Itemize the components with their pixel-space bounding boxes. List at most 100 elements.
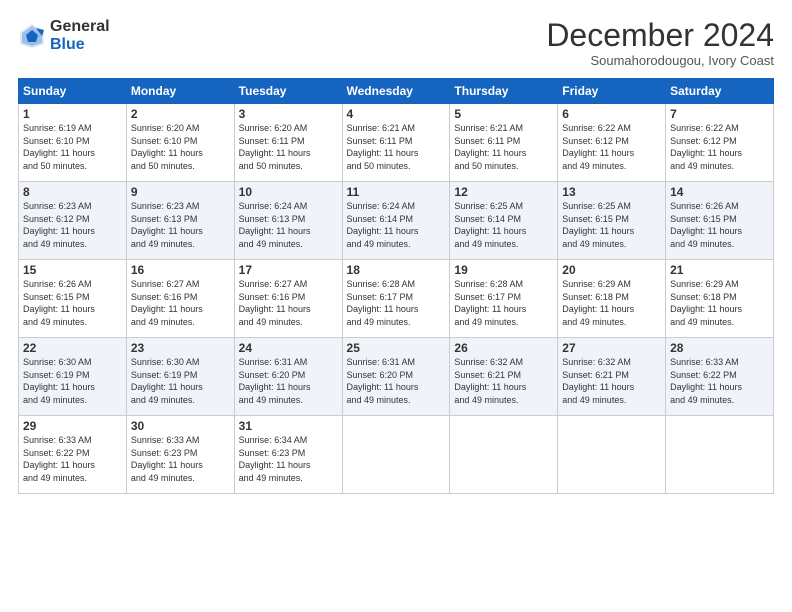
day-info: Sunrise: 6:21 AMSunset: 6:11 PMDaylight:… <box>347 122 446 172</box>
day-number: 15 <box>23 263 122 277</box>
calendar-header-row: Sunday Monday Tuesday Wednesday Thursday… <box>19 79 774 104</box>
table-cell: 8Sunrise: 6:23 AMSunset: 6:12 PMDaylight… <box>19 182 127 260</box>
day-info: Sunrise: 6:26 AMSunset: 6:15 PMDaylight:… <box>23 278 122 328</box>
table-cell: 3Sunrise: 6:20 AMSunset: 6:11 PMDaylight… <box>234 104 342 182</box>
table-cell <box>666 416 774 494</box>
table-cell: 15Sunrise: 6:26 AMSunset: 6:15 PMDayligh… <box>19 260 127 338</box>
day-number: 27 <box>562 341 661 355</box>
calendar-week-row: 1Sunrise: 6:19 AMSunset: 6:10 PMDaylight… <box>19 104 774 182</box>
table-cell: 27Sunrise: 6:32 AMSunset: 6:21 PMDayligh… <box>558 338 666 416</box>
table-cell: 12Sunrise: 6:25 AMSunset: 6:14 PMDayligh… <box>450 182 558 260</box>
table-cell: 28Sunrise: 6:33 AMSunset: 6:22 PMDayligh… <box>666 338 774 416</box>
day-number: 10 <box>239 185 338 199</box>
day-info: Sunrise: 6:24 AMSunset: 6:14 PMDaylight:… <box>347 200 446 250</box>
month-title: December 2024 <box>546 18 774 53</box>
day-info: Sunrise: 6:33 AMSunset: 6:22 PMDaylight:… <box>23 434 122 484</box>
day-info: Sunrise: 6:27 AMSunset: 6:16 PMDaylight:… <box>131 278 230 328</box>
day-number: 18 <box>347 263 446 277</box>
day-info: Sunrise: 6:31 AMSunset: 6:20 PMDaylight:… <box>347 356 446 406</box>
table-cell: 29Sunrise: 6:33 AMSunset: 6:22 PMDayligh… <box>19 416 127 494</box>
day-number: 30 <box>131 419 230 433</box>
calendar-week-row: 15Sunrise: 6:26 AMSunset: 6:15 PMDayligh… <box>19 260 774 338</box>
table-cell: 10Sunrise: 6:24 AMSunset: 6:13 PMDayligh… <box>234 182 342 260</box>
col-monday: Monday <box>126 79 234 104</box>
table-cell: 18Sunrise: 6:28 AMSunset: 6:17 PMDayligh… <box>342 260 450 338</box>
day-number: 23 <box>131 341 230 355</box>
day-info: Sunrise: 6:20 AMSunset: 6:11 PMDaylight:… <box>239 122 338 172</box>
table-cell: 9Sunrise: 6:23 AMSunset: 6:13 PMDaylight… <box>126 182 234 260</box>
day-info: Sunrise: 6:28 AMSunset: 6:17 PMDaylight:… <box>347 278 446 328</box>
logo-general: General <box>50 18 110 36</box>
day-number: 2 <box>131 107 230 121</box>
page: General Blue December 2024 Soumahorodoug… <box>0 0 792 612</box>
table-cell: 24Sunrise: 6:31 AMSunset: 6:20 PMDayligh… <box>234 338 342 416</box>
day-number: 14 <box>670 185 769 199</box>
day-info: Sunrise: 6:28 AMSunset: 6:17 PMDaylight:… <box>454 278 553 328</box>
day-info: Sunrise: 6:33 AMSunset: 6:22 PMDaylight:… <box>670 356 769 406</box>
day-info: Sunrise: 6:33 AMSunset: 6:23 PMDaylight:… <box>131 434 230 484</box>
day-info: Sunrise: 6:25 AMSunset: 6:14 PMDaylight:… <box>454 200 553 250</box>
day-number: 19 <box>454 263 553 277</box>
calendar-week-row: 8Sunrise: 6:23 AMSunset: 6:12 PMDaylight… <box>19 182 774 260</box>
calendar-week-row: 29Sunrise: 6:33 AMSunset: 6:22 PMDayligh… <box>19 416 774 494</box>
day-number: 29 <box>23 419 122 433</box>
day-info: Sunrise: 6:25 AMSunset: 6:15 PMDaylight:… <box>562 200 661 250</box>
table-cell: 4Sunrise: 6:21 AMSunset: 6:11 PMDaylight… <box>342 104 450 182</box>
calendar-week-row: 22Sunrise: 6:30 AMSunset: 6:19 PMDayligh… <box>19 338 774 416</box>
day-info: Sunrise: 6:31 AMSunset: 6:20 PMDaylight:… <box>239 356 338 406</box>
day-info: Sunrise: 6:24 AMSunset: 6:13 PMDaylight:… <box>239 200 338 250</box>
col-sunday: Sunday <box>19 79 127 104</box>
table-cell: 6Sunrise: 6:22 AMSunset: 6:12 PMDaylight… <box>558 104 666 182</box>
table-cell: 21Sunrise: 6:29 AMSunset: 6:18 PMDayligh… <box>666 260 774 338</box>
logo-text: General Blue <box>50 18 110 53</box>
day-number: 5 <box>454 107 553 121</box>
col-tuesday: Tuesday <box>234 79 342 104</box>
day-number: 20 <box>562 263 661 277</box>
day-info: Sunrise: 6:30 AMSunset: 6:19 PMDaylight:… <box>23 356 122 406</box>
day-number: 9 <box>131 185 230 199</box>
day-number: 4 <box>347 107 446 121</box>
col-thursday: Thursday <box>450 79 558 104</box>
day-info: Sunrise: 6:20 AMSunset: 6:10 PMDaylight:… <box>131 122 230 172</box>
day-info: Sunrise: 6:22 AMSunset: 6:12 PMDaylight:… <box>670 122 769 172</box>
day-number: 22 <box>23 341 122 355</box>
day-number: 12 <box>454 185 553 199</box>
table-cell <box>342 416 450 494</box>
logo: General Blue <box>18 18 110 53</box>
table-cell: 13Sunrise: 6:25 AMSunset: 6:15 PMDayligh… <box>558 182 666 260</box>
table-cell: 20Sunrise: 6:29 AMSunset: 6:18 PMDayligh… <box>558 260 666 338</box>
table-cell: 7Sunrise: 6:22 AMSunset: 6:12 PMDaylight… <box>666 104 774 182</box>
table-cell <box>558 416 666 494</box>
day-number: 31 <box>239 419 338 433</box>
calendar-table: Sunday Monday Tuesday Wednesday Thursday… <box>18 78 774 494</box>
table-cell: 22Sunrise: 6:30 AMSunset: 6:19 PMDayligh… <box>19 338 127 416</box>
day-info: Sunrise: 6:23 AMSunset: 6:13 PMDaylight:… <box>131 200 230 250</box>
logo-icon <box>18 22 46 50</box>
day-info: Sunrise: 6:34 AMSunset: 6:23 PMDaylight:… <box>239 434 338 484</box>
day-number: 8 <box>23 185 122 199</box>
title-block: December 2024 Soumahorodougou, Ivory Coa… <box>546 18 774 68</box>
day-number: 3 <box>239 107 338 121</box>
day-info: Sunrise: 6:29 AMSunset: 6:18 PMDaylight:… <box>562 278 661 328</box>
day-info: Sunrise: 6:21 AMSunset: 6:11 PMDaylight:… <box>454 122 553 172</box>
day-number: 28 <box>670 341 769 355</box>
location-subtitle: Soumahorodougou, Ivory Coast <box>546 53 774 68</box>
col-friday: Friday <box>558 79 666 104</box>
day-number: 25 <box>347 341 446 355</box>
day-number: 16 <box>131 263 230 277</box>
day-info: Sunrise: 6:32 AMSunset: 6:21 PMDaylight:… <box>562 356 661 406</box>
day-number: 17 <box>239 263 338 277</box>
table-cell: 26Sunrise: 6:32 AMSunset: 6:21 PMDayligh… <box>450 338 558 416</box>
day-number: 7 <box>670 107 769 121</box>
day-number: 21 <box>670 263 769 277</box>
table-cell: 30Sunrise: 6:33 AMSunset: 6:23 PMDayligh… <box>126 416 234 494</box>
table-cell: 31Sunrise: 6:34 AMSunset: 6:23 PMDayligh… <box>234 416 342 494</box>
day-info: Sunrise: 6:27 AMSunset: 6:16 PMDaylight:… <box>239 278 338 328</box>
day-info: Sunrise: 6:19 AMSunset: 6:10 PMDaylight:… <box>23 122 122 172</box>
day-info: Sunrise: 6:29 AMSunset: 6:18 PMDaylight:… <box>670 278 769 328</box>
table-cell: 17Sunrise: 6:27 AMSunset: 6:16 PMDayligh… <box>234 260 342 338</box>
table-cell: 11Sunrise: 6:24 AMSunset: 6:14 PMDayligh… <box>342 182 450 260</box>
day-number: 24 <box>239 341 338 355</box>
day-info: Sunrise: 6:32 AMSunset: 6:21 PMDaylight:… <box>454 356 553 406</box>
day-number: 1 <box>23 107 122 121</box>
